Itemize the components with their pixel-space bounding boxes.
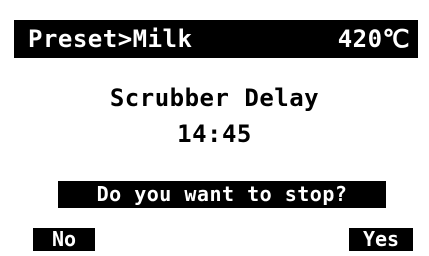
breadcrumb-title: Preset>Milk (28, 25, 193, 53)
no-button[interactable]: No (33, 228, 95, 251)
countdown-timer: 14:45 (177, 120, 252, 148)
yes-button[interactable]: Yes (349, 228, 413, 251)
stop-confirmation-prompt: Do you want to stop? (58, 181, 386, 208)
temperature-readout: 420℃ (337, 25, 410, 53)
lcd-screen: Preset>Milk 420℃ Scrubber Delay 14:45 Do… (0, 0, 429, 256)
header-bar: Preset>Milk 420℃ (14, 20, 418, 58)
process-name: Scrubber Delay (109, 84, 320, 112)
